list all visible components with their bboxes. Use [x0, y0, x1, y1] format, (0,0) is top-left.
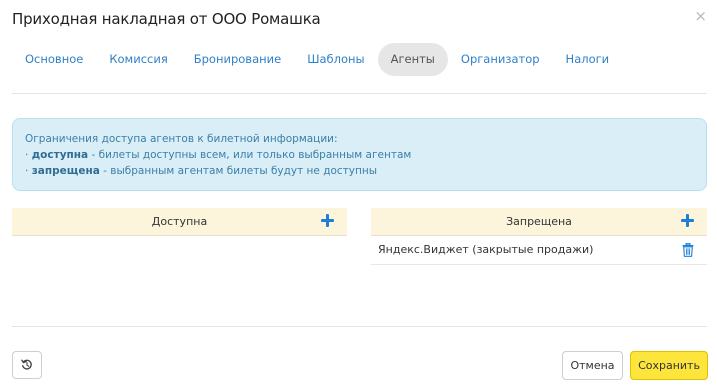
info-denied-term: запрещена [31, 165, 100, 177]
close-icon[interactable]: × [694, 9, 707, 24]
tab-bar: Основное Комиссия Бронирование Шаблоны А… [12, 43, 622, 76]
info-box: Ограничения доступа агентов к билетной и… [12, 118, 707, 191]
tabs-divider [12, 93, 707, 94]
info-line-heading: Ограничения доступа агентов к билетной и… [25, 133, 338, 145]
reset-button[interactable] [12, 351, 42, 379]
denied-panel-header: Запрещена [371, 208, 707, 236]
tab-main[interactable]: Основное [12, 43, 96, 76]
allowed-panel-title: Доступна [151, 215, 208, 228]
info-allowed-term: доступна [31, 149, 89, 161]
list-item-label: Яндекс.Виджет (закрытые продажи) [378, 243, 594, 256]
trash-icon[interactable] [682, 243, 694, 257]
tab-organizer[interactable]: Организатор [448, 43, 553, 76]
tab-booking[interactable]: Бронирование [181, 43, 294, 76]
undo-history-icon [21, 359, 32, 370]
add-allowed-agent-plus-icon[interactable] [321, 214, 334, 227]
tab-commission[interactable]: Комиссия [96, 43, 180, 76]
allowed-panel-header: Доступна [12, 208, 347, 236]
footer-divider [12, 326, 707, 327]
save-button[interactable]: Сохранить [630, 351, 708, 380]
dialog-title: Приходная накладная от ООО Ромашка [12, 10, 321, 28]
list-item: Яндекс.Виджет (закрытые продажи) [371, 236, 707, 265]
allowed-panel: Доступна [12, 208, 347, 236]
cancel-button[interactable]: Отмена [562, 351, 623, 380]
denied-panel-title: Запрещена [506, 215, 572, 228]
denied-panel: Запрещена Яндекс.Виджет (закрытые продаж… [371, 208, 707, 265]
info-line-denied: · запрещена - выбранным агентам билеты б… [25, 165, 378, 177]
tab-taxes[interactable]: Налоги [553, 43, 623, 76]
add-denied-agent-plus-icon[interactable] [681, 214, 694, 227]
info-line-allowed: · доступна - билеты доступны всем, или т… [25, 149, 412, 161]
tab-templates[interactable]: Шаблоны [294, 43, 377, 76]
tab-agents[interactable]: Агенты [377, 43, 448, 76]
